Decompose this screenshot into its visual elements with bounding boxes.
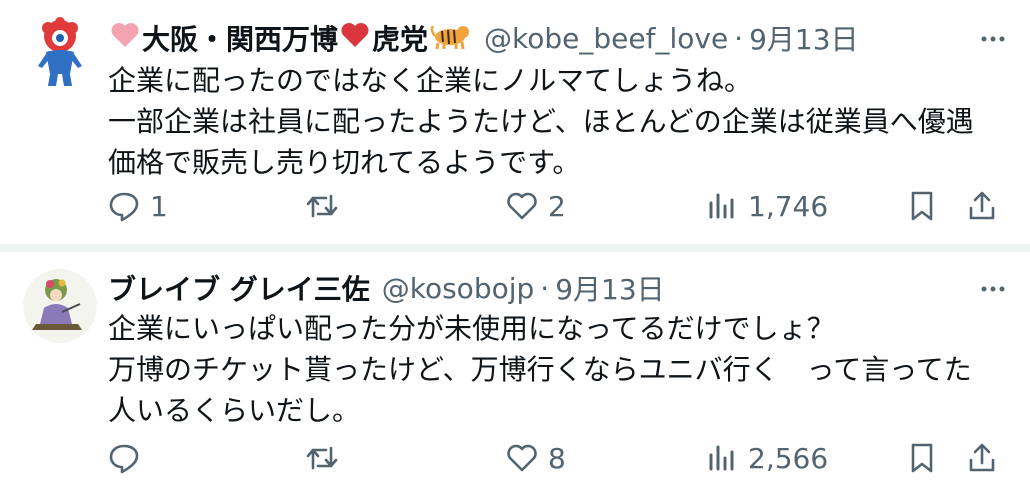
retweet-button[interactable] [304, 436, 348, 480]
retweet-button[interactable] [304, 184, 348, 228]
views-button[interactable]: 2,566 [704, 436, 828, 480]
display-name-suffix: 虎党 [372, 23, 429, 56]
share-button[interactable] [964, 436, 1000, 480]
like-count: 2 [548, 189, 566, 223]
tweet[interactable]: 大阪・関西万博 虎党 @kobe_beef_love · 9月13日 企業に配っ… [0, 0, 1030, 244]
tweet-text: 企業に配ったのではなく企業にノルマてしょうね。 一部企業は社員に配ったようたけど… [108, 64, 974, 179]
tiger-icon [430, 20, 470, 57]
red-heart-icon [340, 21, 370, 56]
more-options-icon[interactable] [978, 274, 1008, 304]
like-count: 8 [548, 441, 566, 475]
tweet-header: ブレイブ グレイ三佐 @kosobojp · 9月13日 [108, 264, 665, 312]
character-avatar-icon [23, 269, 97, 343]
separator-dot: · [540, 271, 550, 305]
display-name[interactable]: 大阪・関西万博 虎党 [108, 18, 472, 58]
action-bar: 8 2,566 [104, 436, 1004, 480]
user-handle[interactable]: @kobe_beef_love [484, 22, 728, 55]
display-name[interactable]: ブレイブ グレイ三佐 [108, 268, 370, 308]
heart-icon [507, 192, 537, 220]
pink-heart-icon [110, 21, 140, 56]
tweet-date[interactable]: 9月13日 [555, 268, 664, 308]
reply-icon [109, 192, 139, 222]
avatar[interactable] [22, 268, 98, 344]
like-button[interactable]: 2 [504, 184, 566, 228]
share-button[interactable] [964, 184, 1000, 228]
user-handle[interactable]: @kosobojp [382, 272, 535, 305]
like-button[interactable]: 8 [504, 436, 566, 480]
views-count: 1,746 [748, 189, 829, 223]
retweet-icon [306, 194, 338, 218]
tweet-header: 大阪・関西万博 虎党 @kobe_beef_love · 9月13日 [108, 14, 859, 62]
views-button[interactable]: 1,746 [704, 184, 828, 228]
views-chart-icon [709, 193, 734, 219]
heart-icon [507, 444, 537, 472]
views-chart-icon [709, 445, 734, 471]
more-options-icon[interactable] [978, 24, 1008, 54]
avatar[interactable] [22, 14, 98, 90]
bookmark-button[interactable] [904, 436, 940, 480]
reply-icon [109, 444, 139, 474]
display-name-text: 大阪・関西万博 [142, 23, 339, 56]
reply-count: 1 [150, 189, 168, 223]
tweet-text: 企業にいっぱい配った分が未使用になってるだけでしょ？ 万博のチケット貰ったけど、… [108, 312, 972, 427]
timeline: 大阪・関西万博 虎党 @kobe_beef_love · 9月13日 企業に配っ… [0, 0, 1030, 490]
bookmark-icon [911, 443, 933, 473]
mascot-avatar-icon [38, 17, 82, 86]
tweet[interactable]: ブレイブ グレイ三佐 @kosobojp · 9月13日 企業にいっぱい配った分… [0, 252, 1030, 490]
tweet-divider [0, 244, 1030, 252]
reply-button[interactable] [106, 436, 150, 480]
views-count: 2,566 [748, 441, 829, 475]
share-icon [969, 443, 995, 472]
share-icon [969, 191, 995, 220]
retweet-icon [306, 446, 338, 470]
reply-button[interactable]: 1 [106, 184, 168, 228]
tweet-date[interactable]: 9月13日 [749, 18, 858, 58]
action-bar: 1 2 1,746 [104, 184, 1004, 228]
bookmark-icon [911, 191, 933, 221]
separator-dot: · [734, 21, 744, 55]
bookmark-button[interactable] [904, 184, 940, 228]
